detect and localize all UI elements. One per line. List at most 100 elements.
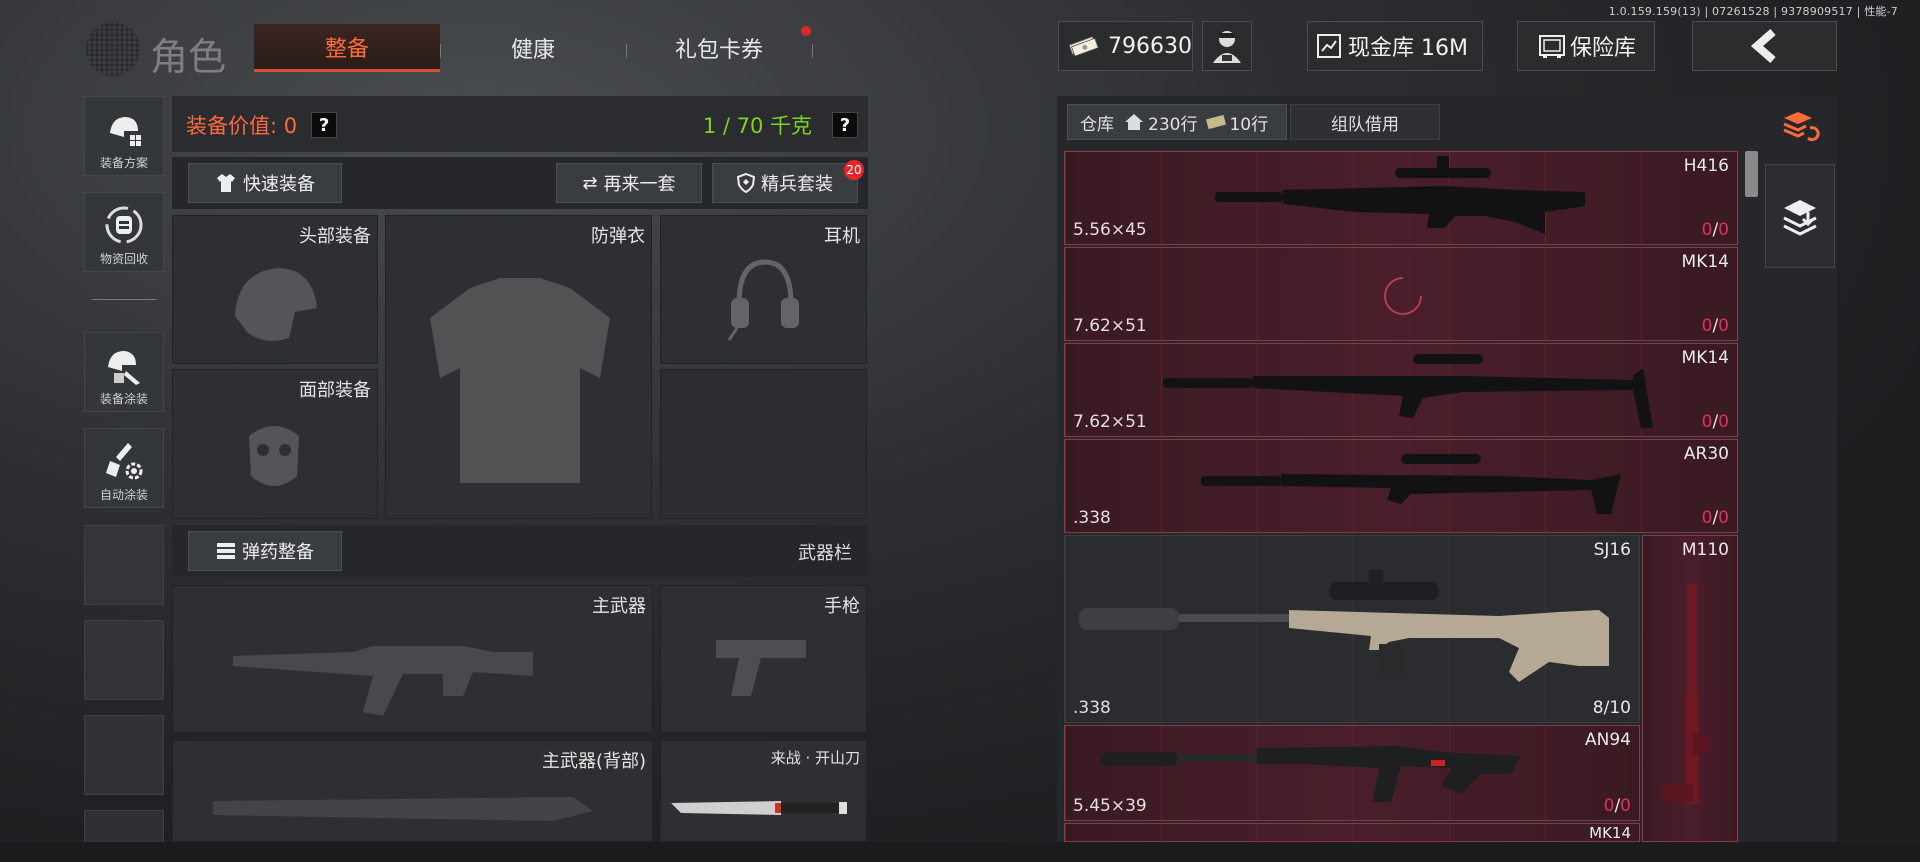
cash-vault-button[interactable]: 现金库 16M: [1307, 21, 1483, 71]
loadout-action-bar: 快速装备 ⇄ 再来一套 精兵套装 20: [172, 157, 868, 209]
head-gear-slot[interactable]: 头部装备: [172, 215, 378, 364]
helmet-icon: [235, 268, 317, 341]
warehouse-tab[interactable]: 仓库 230行 10行: [1067, 104, 1287, 140]
item-name: AR30: [1683, 444, 1729, 464]
warehouse-scrollbar[interactable]: [1745, 151, 1758, 197]
sniper-rifle-sj16-icon: [1079, 570, 1609, 682]
empty-menu-slot: [84, 620, 164, 700]
item-name: MK14: [1681, 348, 1729, 368]
top-bar: 角色 整备 健康 礼包卡券 796630 现金库 16M 保险库: [0, 14, 1920, 82]
body-armor-label: 防弹衣: [591, 226, 645, 247]
safe-icon: [1539, 35, 1565, 58]
item-name: AN94: [1585, 730, 1631, 750]
warehouse-item-mk14[interactable]: MK14 7.62×51 0/0: [1064, 343, 1738, 437]
sniper-rifle-icon: [1163, 354, 1653, 428]
elite-kit-label: 精兵套装: [761, 174, 833, 195]
repeat-loadout-button[interactable]: ⇄ 再来一套: [556, 163, 702, 203]
tab-loadout[interactable]: 整备: [254, 24, 440, 72]
item-name: MK14: [1681, 252, 1729, 272]
face-gear-slot[interactable]: 面部装备: [172, 369, 378, 519]
item-count: 0/0: [1603, 796, 1631, 816]
ammo-prep-button[interactable]: 弹药整备: [188, 531, 342, 571]
warehouse-item-mk14[interactable]: MK14: [1064, 823, 1640, 842]
primary-weapon-back-label: 主武器(背部): [541, 751, 646, 772]
rifle-silhouette-icon: [233, 646, 533, 716]
recycle-icon: [101, 202, 147, 248]
refresh-icon: ⇄: [582, 172, 598, 194]
body-armor-icon: [430, 278, 610, 483]
paint-helmet-icon: [101, 342, 147, 388]
cash-vault-label: 现金库 16M: [1348, 36, 1468, 61]
currency-display[interactable]: 796630: [1058, 21, 1193, 71]
rifle-silhouette-icon: [213, 797, 593, 821]
item-count: 0/0: [1701, 316, 1729, 336]
loading-spinner-icon: [1384, 277, 1422, 315]
warehouse-item-ar30[interactable]: AR30 .338 0/0: [1064, 439, 1738, 533]
empty-menu-slot: [84, 715, 164, 795]
warehouse-rows: 230行: [1148, 114, 1198, 135]
warehouse-item-h416[interactable]: H416 5.56×45 0/0: [1064, 151, 1738, 245]
material-recycle-button[interactable]: 物资回收: [84, 192, 164, 272]
quick-equip-button[interactable]: 快速装备: [188, 163, 342, 203]
team-borrow-tab[interactable]: 组队借用: [1290, 104, 1440, 140]
ammo-icon: [217, 543, 235, 559]
item-caliber: 7.62×51: [1073, 412, 1147, 432]
melee-label: 来战 · 开山刀: [770, 749, 860, 767]
face-mask-icon: [249, 426, 299, 486]
game-screen: 1.0.159.159(13) | 07261528 | 9378909517 …: [0, 0, 1920, 862]
bottom-bar: [0, 842, 1920, 862]
sniper-rifle-icon: [1201, 454, 1621, 514]
loadout-plan-label: 装备方案: [99, 156, 148, 170]
collect-items-button[interactable]: [1765, 164, 1835, 268]
tab-gift-vouchers[interactable]: 礼包卡券: [626, 24, 812, 72]
elite-kit-button[interactable]: 精兵套装: [712, 163, 858, 203]
pistol-label: 手枪: [824, 596, 860, 617]
head-gear-label: 头部装备: [299, 226, 371, 247]
melee-slot[interactable]: 来战 · 开山刀: [660, 740, 867, 842]
auto-paint-button[interactable]: 自动涂装: [84, 428, 164, 508]
loadout-plan-button[interactable]: 装备方案: [84, 96, 164, 176]
layers-refresh-icon: [1783, 112, 1820, 142]
item-count: 0/0: [1701, 508, 1729, 528]
tab-health[interactable]: 健康: [440, 24, 626, 72]
safe-vault-button[interactable]: 保险库: [1517, 21, 1655, 71]
sniper-rifle-icon: [1215, 156, 1585, 234]
warehouse-item-sj16[interactable]: SJ16 .338 8/10: [1064, 535, 1640, 723]
weight-help-icon[interactable]: ?: [832, 112, 858, 138]
warehouse-item-mk14[interactable]: MK14 7.62×51 0/0: [1064, 247, 1738, 341]
equipment-paint-button[interactable]: 装备涂装: [84, 332, 164, 412]
item-count: 0/0: [1701, 412, 1729, 432]
value-help-icon[interactable]: ?: [311, 112, 338, 138]
primary-weapon-label: 主武器: [592, 596, 646, 617]
loadout-header: 装备价值: 0 ? 1 / 70 千克 ?: [172, 96, 868, 152]
shield-icon: [737, 173, 755, 193]
pistol-silhouette-icon: [716, 640, 806, 696]
house-icon: [1125, 114, 1143, 130]
warehouse-tab-label: 仓库: [1080, 114, 1114, 135]
shirt-icon: [217, 174, 235, 192]
headset-slot[interactable]: 耳机: [660, 215, 867, 364]
menu-divider: [92, 299, 156, 300]
repeat-loadout-label: 再来一套: [603, 174, 676, 195]
weight-capacity: 1 / 70 千克: [702, 114, 812, 138]
warehouse-item-an94[interactable]: AN94 5.45×39 0/0: [1064, 725, 1640, 821]
empty-gear-slot: [660, 369, 867, 519]
operator-avatar-icon: [1213, 31, 1241, 63]
cash-rows: 10行: [1229, 114, 1269, 135]
warehouse-item-m110[interactable]: M110: [1642, 535, 1738, 842]
item-caliber: 5.45×39: [1073, 796, 1147, 816]
item-caliber: .338: [1073, 508, 1111, 528]
sort-refresh-button[interactable]: [1765, 96, 1835, 156]
body-armor-slot[interactable]: 防弹衣: [385, 215, 652, 519]
cash-stack-icon: [1068, 36, 1099, 57]
headset-label: 耳机: [824, 226, 860, 247]
back-button[interactable]: [1692, 21, 1837, 71]
primary-weapon-back-slot[interactable]: 主武器(背部): [172, 740, 653, 842]
quick-equip-label: 快速装备: [243, 174, 315, 195]
weapon-bar-label: 武器栏: [798, 543, 852, 564]
safe-vault-label: 保险库: [1570, 36, 1637, 61]
item-name: SJ16: [1593, 540, 1631, 560]
primary-weapon-slot[interactable]: 主武器: [172, 585, 653, 733]
pistol-slot[interactable]: 手枪: [660, 585, 867, 733]
operator-button[interactable]: [1202, 21, 1252, 71]
